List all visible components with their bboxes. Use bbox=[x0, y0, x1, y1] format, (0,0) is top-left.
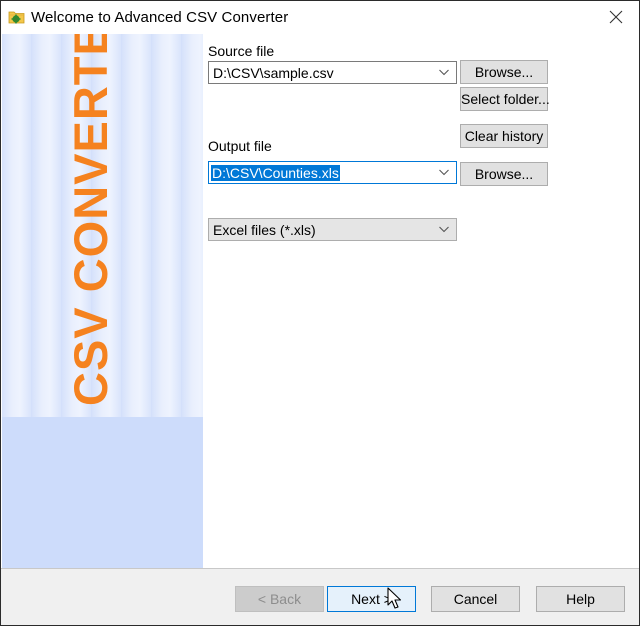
banner-title: CSV CONVERTER bbox=[64, 34, 117, 406]
source-file-combo[interactable]: D:\CSV\sample.csv bbox=[208, 61, 457, 84]
next-button[interactable]: Next > bbox=[327, 586, 416, 612]
close-icon bbox=[609, 10, 623, 24]
wizard-banner: CSV CONVERTER bbox=[2, 34, 203, 568]
wizard-footer: < Back Next > Cancel Help bbox=[1, 568, 639, 625]
help-button[interactable]: Help bbox=[536, 586, 625, 612]
select-folder-button[interactable]: Select folder... bbox=[460, 87, 550, 111]
chevron-down-icon[interactable] bbox=[438, 166, 450, 178]
output-browse-button[interactable]: Browse... bbox=[460, 162, 548, 186]
back-button[interactable]: < Back bbox=[235, 586, 324, 612]
source-file-label: Source file bbox=[208, 43, 275, 59]
close-button[interactable] bbox=[593, 1, 639, 33]
source-browse-button[interactable]: Browse... bbox=[460, 60, 548, 84]
output-file-label: Output file bbox=[208, 138, 272, 154]
output-file-value: D:\CSV\Counties.xls bbox=[211, 165, 340, 181]
chevron-down-icon[interactable] bbox=[438, 66, 450, 78]
format-dropdown[interactable]: Excel files (*.xls) bbox=[208, 218, 457, 241]
output-file-combo[interactable]: D:\CSV\Counties.xls bbox=[208, 161, 457, 184]
wizard-window: Welcome to Advanced CSV Converter CSV CO… bbox=[0, 0, 640, 626]
chevron-down-icon[interactable] bbox=[438, 223, 450, 235]
cancel-button[interactable]: Cancel bbox=[431, 586, 520, 612]
folder-gear-icon bbox=[8, 8, 26, 26]
window-title: Welcome to Advanced CSV Converter bbox=[31, 9, 289, 26]
source-file-value: D:\CSV\sample.csv bbox=[213, 65, 334, 81]
clear-history-button[interactable]: Clear history bbox=[460, 124, 548, 148]
format-selected-value: Excel files (*.xls) bbox=[213, 222, 316, 238]
title-bar: Welcome to Advanced CSV Converter bbox=[1, 1, 639, 33]
wizard-content: Source file D:\CSV\sample.csv Browse... … bbox=[203, 34, 639, 568]
